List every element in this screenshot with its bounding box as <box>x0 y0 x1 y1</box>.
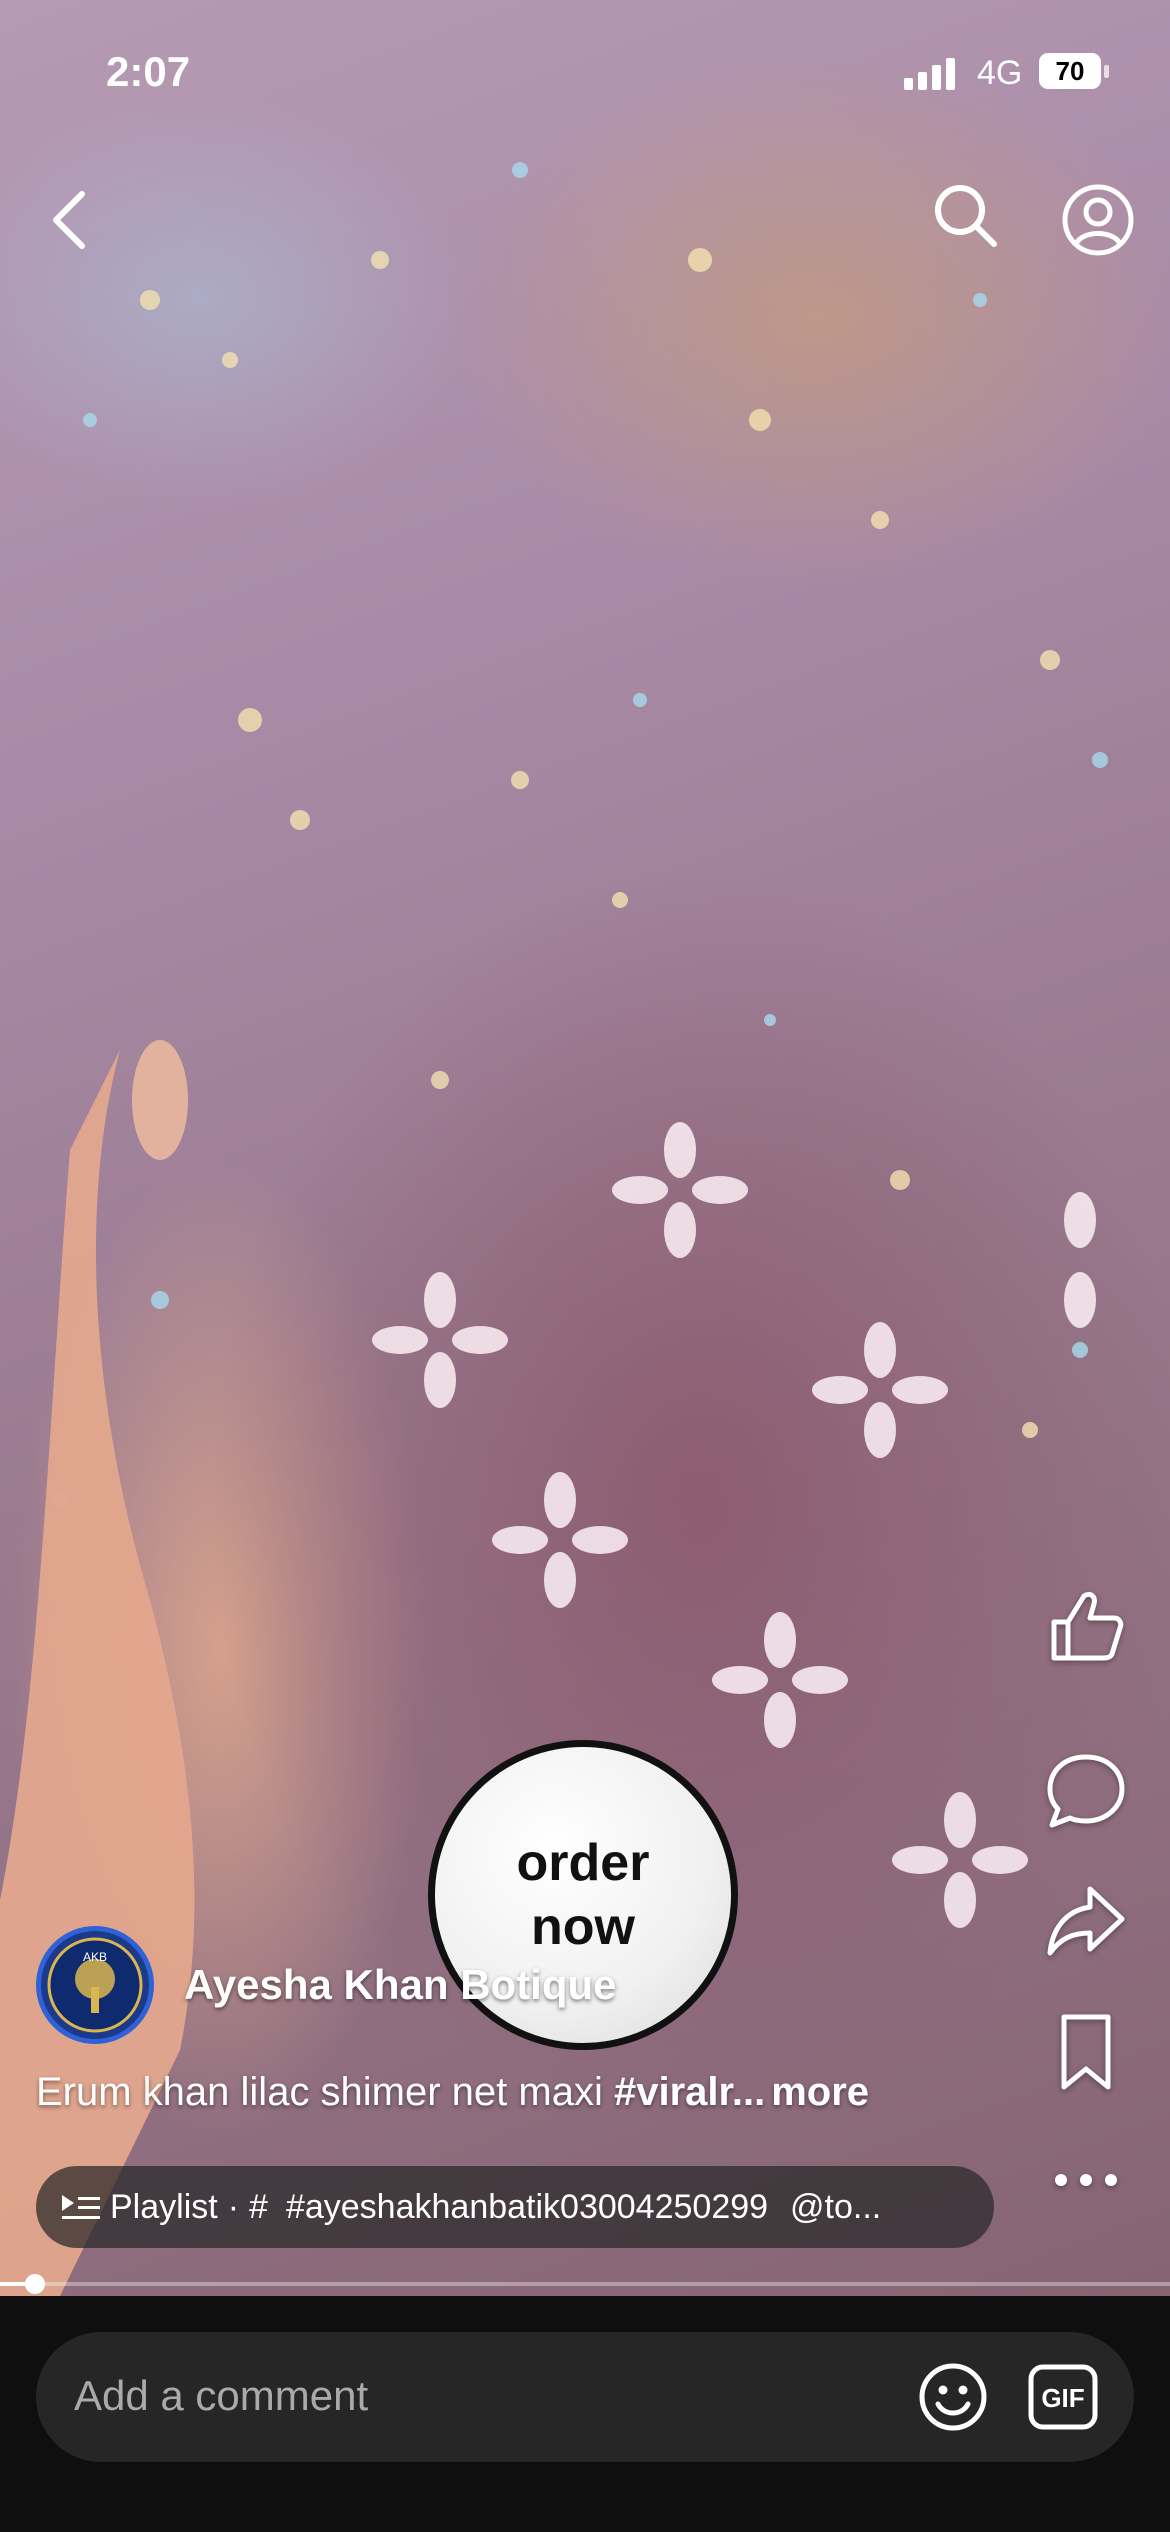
comment-placeholder: Add a comment <box>74 2372 369 2419</box>
save-button[interactable] <box>1040 2005 1132 2097</box>
emoji-button[interactable] <box>916 2360 990 2434</box>
channel-name[interactable]: Ayesha Khan Botique <box>184 1961 617 2009</box>
video-progress-bar[interactable] <box>0 2274 1170 2294</box>
account-button[interactable] <box>1058 180 1138 260</box>
comment-button[interactable] <box>1040 1745 1132 1837</box>
video-caption[interactable]: Erum khan lilac shimer net maxi #viralr.… <box>36 2070 1016 2115</box>
back-button[interactable] <box>40 180 100 260</box>
playlist-label: Playlist <box>110 2187 218 2226</box>
gif-button[interactable]: GIF <box>1026 2360 1100 2434</box>
playlist-tag[interactable]: #ayeshakhanbatik03004250299 <box>286 2188 768 2227</box>
gif-icon: GIF <box>1028 2364 1098 2430</box>
caption-more-link[interactable]: more <box>771 2070 869 2114</box>
network-type: 4G <box>977 54 1023 92</box>
comment-icon <box>1047 1754 1125 1828</box>
playlist-mention[interactable]: @to... <box>790 2188 881 2227</box>
bottom-comment-bar: Add a comment GIF <box>0 2296 1170 2532</box>
search-icon <box>935 185 997 247</box>
playlist-icon <box>62 2195 100 2219</box>
comment-input[interactable]: Add a comment GIF <box>36 2332 1134 2462</box>
status-bar: 2:07 4G 70 <box>0 0 1170 150</box>
account-icon <box>1062 184 1134 256</box>
gif-label: GIF <box>1041 2383 1084 2413</box>
share-icon <box>1047 1886 1125 1956</box>
like-button[interactable] <box>1040 1580 1132 1672</box>
sticker-line-1: order <box>516 1834 650 1892</box>
emoji-icon <box>919 2363 987 2431</box>
share-button[interactable] <box>1040 1875 1132 1967</box>
progress-scrubber[interactable] <box>25 2274 46 2294</box>
back-arrow-icon <box>53 191 85 249</box>
avatar-text: AKB <box>83 1950 107 1964</box>
signal-icon <box>904 58 955 90</box>
bookmark-icon <box>1061 2014 1111 2090</box>
status-time: 2:07 <box>106 48 191 95</box>
thumbs-up-icon <box>1051 1591 1124 1661</box>
playlist-chip[interactable]: Playlist · # #ayeshakhanbatik03004250299… <box>36 2166 994 2248</box>
search-button[interactable] <box>930 180 1000 250</box>
more-dots-icon <box>1055 2174 1117 2186</box>
battery-icon: 70 <box>1039 53 1111 91</box>
more-options-button[interactable] <box>1040 2150 1132 2210</box>
caption-hashtag[interactable]: #viralr... <box>614 2070 765 2114</box>
battery-level: 70 <box>1039 53 1101 89</box>
channel-logo: AKB <box>47 1937 143 2033</box>
playlist-hash: # <box>249 2187 268 2226</box>
caption-text: Erum khan lilac shimer net maxi <box>36 2070 614 2114</box>
channel-row[interactable]: AKB Ayesha Khan Botique <box>36 1925 617 2045</box>
channel-avatar[interactable]: AKB <box>36 1926 154 2044</box>
